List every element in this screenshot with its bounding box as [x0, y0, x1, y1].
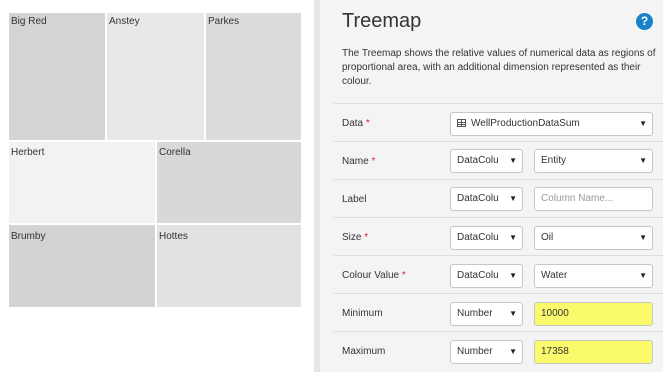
treemap-tile-label: Anstey	[109, 16, 140, 27]
maximum-value: 17358	[541, 346, 569, 357]
maximum-type-select[interactable]: Number ▼	[450, 340, 523, 364]
treemap-tile[interactable]: Herbert	[8, 141, 156, 224]
treemap-tile[interactable]: Hottes	[156, 224, 302, 308]
maximum-value-input[interactable]: 17358	[534, 340, 653, 364]
treemap-tile-label: Big Red	[11, 16, 47, 27]
required-marker: *	[401, 270, 406, 281]
treemap-chart: Big Red Anstey Parkes Herbert Corella Br…	[0, 0, 310, 372]
chevron-down-icon: ▼	[509, 156, 517, 165]
size-type-value: DataColu	[457, 232, 499, 243]
label-column-select[interactable]: Column Name...	[534, 187, 653, 211]
minimum-label: Minimum	[342, 308, 383, 319]
row-separator	[334, 179, 663, 180]
row-separator	[334, 255, 663, 256]
chevron-down-icon: ▼	[509, 347, 517, 356]
label-type-value: DataColu	[457, 193, 499, 204]
name-label: Name *	[342, 156, 376, 167]
treemap-tile[interactable]: Corella	[156, 141, 302, 224]
help-icon[interactable]: ?	[636, 13, 653, 30]
colour-value-label: Colour Value *	[342, 270, 406, 281]
chevron-down-icon: ▼	[509, 233, 517, 242]
colour-column-value: Water	[541, 270, 568, 281]
treemap-tile-label: Corella	[159, 147, 191, 158]
size-label: Size *	[342, 232, 369, 243]
treemap-tile-label: Brumby	[11, 231, 46, 242]
size-type-select[interactable]: DataColu ▼	[450, 226, 523, 250]
colour-column-select[interactable]: Water ▼	[534, 264, 653, 288]
chevron-down-icon: ▼	[639, 119, 647, 128]
row-separator	[334, 141, 663, 142]
properties-panel: Treemap ? The Treemap shows the relative…	[320, 0, 663, 372]
treemap-tile[interactable]: Big Red	[8, 12, 106, 141]
table-grid-icon	[457, 119, 466, 127]
colour-type-value: DataColu	[457, 270, 499, 281]
row-separator	[334, 331, 663, 332]
treemap-tile-label: Parkes	[208, 16, 240, 27]
chevron-down-icon: ▼	[639, 156, 647, 165]
minimum-type-value: Number	[457, 308, 493, 319]
chevron-down-icon: ▼	[509, 271, 517, 280]
treemap-tile[interactable]: Parkes	[205, 12, 302, 141]
chevron-down-icon: ▼	[509, 309, 517, 318]
required-marker: *	[371, 156, 376, 167]
colour-type-select[interactable]: DataColu ▼	[450, 264, 523, 288]
size-column-value: Oil	[541, 232, 554, 243]
name-column-value: Entity	[541, 155, 567, 166]
data-label: Data *	[342, 118, 370, 129]
required-marker: *	[365, 118, 370, 129]
panel-description: The Treemap shows the relative values of…	[342, 48, 656, 87]
maximum-type-value: Number	[457, 346, 493, 357]
minimum-type-select[interactable]: Number ▼	[450, 302, 523, 326]
treemap-tile-label: Herbert	[11, 147, 45, 158]
label-column-placeholder: Column Name...	[541, 193, 614, 204]
required-marker: *	[364, 232, 369, 243]
dataset-select[interactable]: WellProductionDataSum ▼	[450, 112, 653, 136]
name-column-select[interactable]: Entity ▼	[534, 149, 653, 173]
minimum-value: 10000	[541, 308, 569, 319]
panel-title: Treemap	[342, 10, 422, 32]
name-type-value: DataColu	[457, 155, 499, 166]
label-label: Label	[342, 194, 367, 205]
treemap-tile-label: Hottes	[159, 231, 188, 242]
row-separator	[334, 103, 663, 104]
chevron-down-icon: ▼	[639, 233, 647, 242]
size-column-select[interactable]: Oil ▼	[534, 226, 653, 250]
minimum-value-input[interactable]: 10000	[534, 302, 653, 326]
label-type-select[interactable]: DataColu ▼	[450, 187, 523, 211]
maximum-label: Maximum	[342, 346, 386, 357]
row-separator	[334, 217, 663, 218]
treemap-tile[interactable]: Brumby	[8, 224, 156, 308]
chevron-down-icon: ▼	[509, 194, 517, 203]
dataset-select-value: WellProductionDataSum	[471, 118, 580, 129]
row-separator	[334, 293, 663, 294]
treemap-tile[interactable]: Anstey	[106, 12, 205, 141]
chevron-down-icon: ▼	[639, 271, 647, 280]
name-type-select[interactable]: DataColu ▼	[450, 149, 523, 173]
